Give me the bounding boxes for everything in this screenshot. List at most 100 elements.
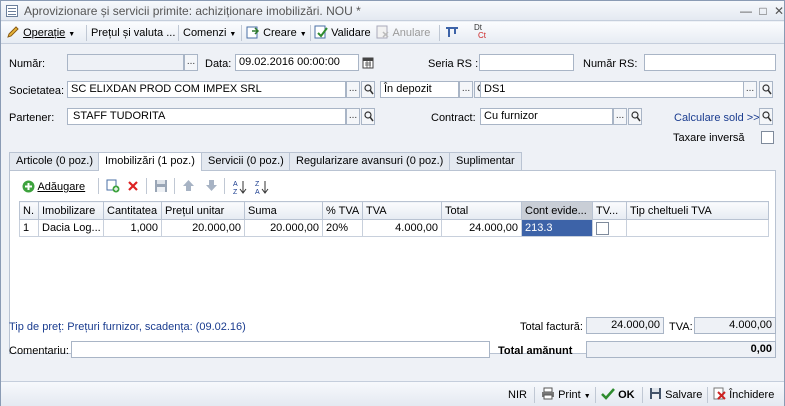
data-field[interactable]: 09.02.2016 00:00:00: [235, 54, 359, 71]
cell-imobilizare[interactable]: Dacia Log...: [38, 219, 104, 237]
calculare-sold-search-icon[interactable]: [759, 108, 773, 125]
cell-tip-cheltueli[interactable]: [626, 219, 769, 237]
column-header[interactable]: Suma: [244, 201, 323, 220]
comenzi-menu[interactable]: Comenzi ▼: [183, 25, 236, 41]
tab-servicii[interactable]: Servicii (0 poz.): [201, 152, 291, 170]
partener-lookup-button[interactable]: ...: [346, 108, 360, 125]
validate-icon: [314, 25, 328, 39]
floppy-icon: [650, 388, 661, 399]
toolbar-separator: [224, 178, 225, 194]
tva-checkbox[interactable]: [596, 222, 609, 235]
contract-search-icon[interactable]: [628, 108, 642, 125]
column-header[interactable]: TV...: [592, 201, 627, 220]
arrow-up-icon: [183, 180, 194, 191]
ok-button[interactable]: OK: [601, 387, 635, 403]
cell-cantitatea[interactable]: 1,000: [103, 219, 162, 237]
column-header[interactable]: Imobilizare: [38, 201, 104, 220]
delete-icon: [128, 181, 138, 191]
depozit-cod-field[interactable]: DS1: [480, 81, 757, 98]
seria-rs-field[interactable]: [479, 54, 574, 71]
tab-imobilizari[interactable]: Imobilizări (1 poz.): [98, 152, 202, 171]
print-button[interactable]: Print ▼: [541, 387, 591, 403]
table-row[interactable]: 1 Dacia Log... 1,000 20.000,00 20.000,00…: [19, 219, 769, 237]
cell-tva-check[interactable]: [592, 219, 627, 237]
tip-pret-label[interactable]: Tip de preț: Prețuri furnizor, scadența:…: [9, 321, 246, 333]
column-header[interactable]: TVA: [362, 201, 442, 220]
dt-ct-button[interactable]: Dt Ct: [474, 24, 486, 40]
bottom-action-bar: NIR Print ▼ OK Salvare Închidere: [1, 381, 784, 406]
societatea-search-icon[interactable]: [361, 81, 375, 98]
anulare-button[interactable]: Anulare: [376, 25, 430, 41]
column-header[interactable]: N.: [19, 201, 39, 220]
operatie-menu[interactable]: Operație ▼: [6, 25, 75, 41]
grid-toolbar: Adăugare A Z Z A: [10, 177, 775, 197]
depozit-cod-search-icon[interactable]: [759, 81, 773, 98]
societatea-field[interactable]: SC ELIXDAN PROD COM IMPEX SRL: [67, 81, 346, 98]
svg-text:Z: Z: [255, 181, 260, 188]
tab-articole[interactable]: Articole (0 poz.): [9, 152, 101, 170]
creare-label: Creare: [263, 27, 297, 39]
column-header[interactable]: Cantitatea: [103, 201, 162, 220]
move-up-button[interactable]: [182, 178, 195, 196]
cell-total[interactable]: 24.000,00: [441, 219, 522, 237]
cell-n[interactable]: 1: [19, 219, 39, 237]
cell-suma[interactable]: 20.000,00: [244, 219, 323, 237]
salvare-button[interactable]: Salvare: [649, 387, 702, 403]
column-header[interactable]: Prețul unitar: [161, 201, 245, 220]
sort-descending-button[interactable]: ZA: [254, 179, 270, 197]
calendar-icon[interactable]: [362, 54, 376, 71]
creare-menu[interactable]: Creare ▼: [246, 25, 307, 41]
comenzi-label: Comenzi: [183, 27, 227, 39]
column-header[interactable]: Tip cheltueli TVA: [626, 201, 769, 220]
cell-pret-unitar[interactable]: 20.000,00: [161, 219, 245, 237]
column-header[interactable]: Cont evide...: [521, 201, 593, 220]
total-amanunt-label: Total amănunt: [498, 345, 573, 357]
contract-lookup-button[interactable]: ...: [613, 108, 627, 125]
nir-button[interactable]: NIR: [508, 387, 527, 403]
numar-rs-field[interactable]: [644, 54, 776, 71]
close-button[interactable]: ✕: [771, 3, 785, 19]
contract-field[interactable]: Cu furnizor: [480, 108, 613, 125]
cell-pct-tva[interactable]: 20%: [322, 219, 363, 237]
inchidere-button[interactable]: Închidere: [713, 387, 774, 403]
numar-field[interactable]: [67, 54, 184, 71]
taxare-inversa-checkbox[interactable]: [761, 131, 774, 144]
partener-field[interactable]: STAFF TUDORITA: [67, 108, 346, 125]
column-header[interactable]: % TVA: [322, 201, 363, 220]
numar-lookup-button[interactable]: ...: [184, 54, 198, 71]
tab-suplimentar[interactable]: Suplimentar: [449, 152, 522, 170]
contract-label: Contract:: [431, 112, 476, 124]
copy-row-button[interactable]: [106, 178, 120, 196]
depozit-cod-lookup-button[interactable]: ...: [743, 81, 757, 98]
minimize-button[interactable]: —: [738, 3, 754, 19]
document-window: Aprovizionare și servicii primite: achiz…: [0, 0, 785, 406]
sort-az-icon: AZ: [233, 181, 247, 196]
structure-button[interactable]: [444, 25, 460, 41]
pret-valuta-button[interactable]: Prețul și valuta ...: [91, 25, 175, 41]
column-header[interactable]: Total: [441, 201, 522, 220]
dropdown-arrow-icon: ▼: [68, 31, 76, 38]
window-title: Aprovizionare și servicii primite: achiz…: [24, 4, 361, 18]
floppy-icon: [155, 180, 167, 192]
ct-label: Ct: [478, 31, 486, 40]
maximize-button[interactable]: □: [755, 3, 771, 19]
partener-search-icon[interactable]: [361, 108, 375, 125]
depozit-field[interactable]: În depozit: [380, 81, 459, 98]
imobilizari-grid: N. Imobilizare Cantitatea Prețul unitar …: [19, 201, 769, 237]
adaugare-button[interactable]: Adăugare: [22, 178, 85, 196]
societatea-lookup-button[interactable]: ...: [346, 81, 360, 98]
calculare-sold-link[interactable]: Calculare sold >>: [674, 112, 760, 124]
save-row-button[interactable]: [154, 178, 168, 196]
delete-row-button[interactable]: [127, 178, 139, 196]
toolbar-separator: [310, 25, 311, 41]
tab-regularizare-avansuri[interactable]: Regularizare avansuri (0 poz.): [289, 152, 451, 170]
comentariu-field[interactable]: [71, 341, 490, 358]
depozit-lookup-button[interactable]: ...: [459, 81, 473, 98]
sort-ascending-button[interactable]: AZ: [232, 179, 248, 197]
close-document-icon: [713, 387, 726, 400]
cell-tva[interactable]: 4.000,00: [362, 219, 442, 237]
pencil-icon: [7, 26, 19, 38]
cell-cont-evidenta[interactable]: 213.3: [521, 219, 593, 237]
move-down-button[interactable]: [205, 178, 218, 196]
validare-button[interactable]: Validare: [314, 25, 371, 41]
